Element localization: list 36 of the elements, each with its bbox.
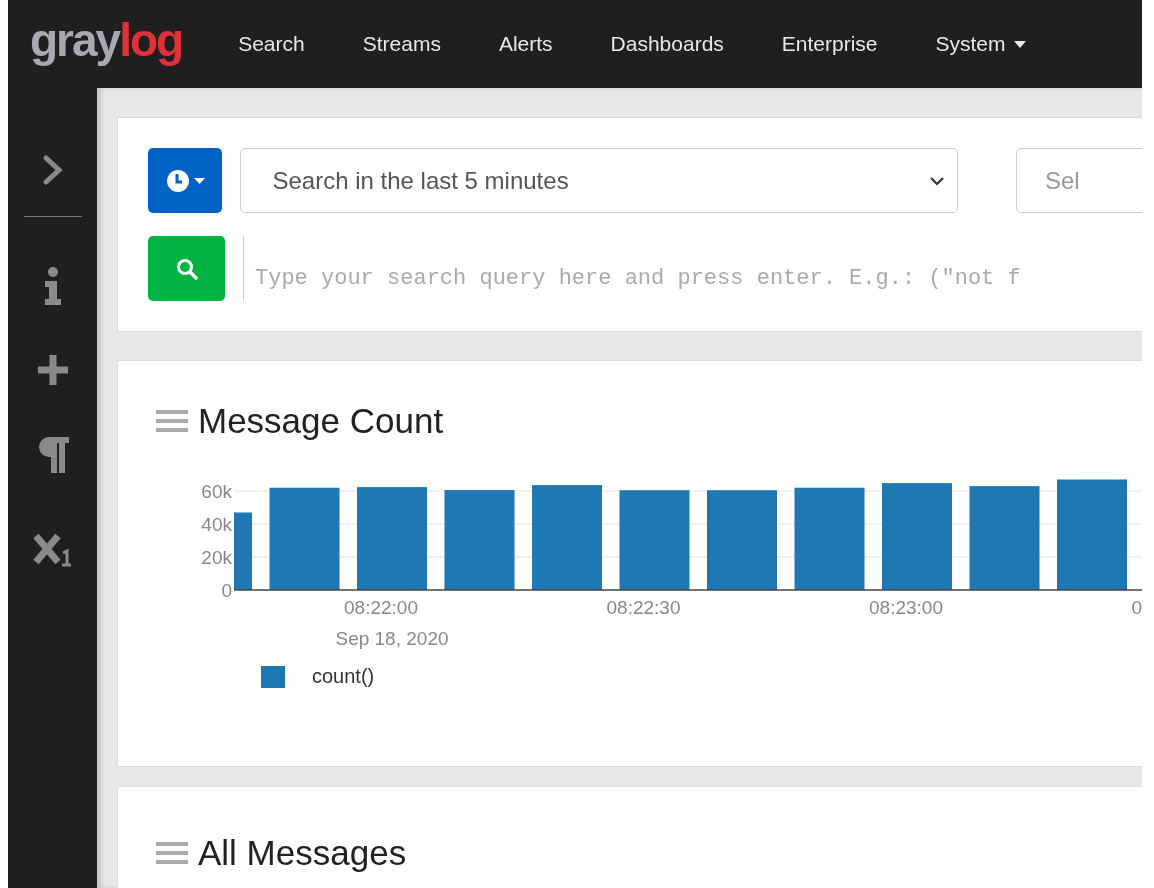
plus-icon[interactable] <box>35 353 70 387</box>
expand-icon[interactable] <box>41 154 64 186</box>
drag-handle-icon[interactable] <box>156 841 188 865</box>
axis-tick-label: 60k <box>201 481 232 503</box>
nav-link[interactable]: Dashboards <box>610 32 724 56</box>
widget-title: Message Count <box>198 401 444 441</box>
caret-icon <box>193 177 205 184</box>
axis-tick-label: 08:22:00 <box>344 597 418 618</box>
time-range-select[interactable]: Search in the last 5 minutes <box>240 148 958 213</box>
axis-tick-label: 08:23:00 <box>869 597 943 618</box>
search-button[interactable] <box>148 236 225 301</box>
search-icon <box>175 257 198 280</box>
axis-tick-label: 0 <box>221 580 232 601</box>
nav-link[interactable]: Enterprise <box>781 32 878 56</box>
axis-date-label: Sep 18, 2020 <box>335 628 449 649</box>
axis-tick-label: 20k <box>201 547 232 568</box>
time-range-button[interactable] <box>148 148 223 213</box>
caret-icon <box>1013 40 1026 48</box>
axis-tick-label: 0 <box>1131 597 1142 618</box>
drag-handle-icon[interactable] <box>156 409 188 433</box>
query-field[interactable]: Type your search query here and press enter. E.g.: ("not f <box>243 236 1142 301</box>
nav-link[interactable]: Search <box>238 32 305 56</box>
axis-tick-label: 40k <box>201 514 232 536</box>
logo[interactable]: graylog <box>30 13 183 67</box>
info-icon[interactable] <box>43 267 62 305</box>
pilcrow-icon[interactable] <box>36 437 69 473</box>
legend-label: count() <box>312 665 375 688</box>
clock-icon <box>165 168 190 193</box>
subscript-icon[interactable] <box>32 533 73 567</box>
nav-dropdown[interactable]: System <box>935 32 1026 56</box>
chevron-down-icon <box>929 175 945 186</box>
axis-tick-label: 08:22:30 <box>606 597 681 618</box>
nav-link[interactable]: Alerts <box>498 32 553 56</box>
nav-link[interactable]: Streams <box>362 32 441 56</box>
widget-title: All Messages <box>198 833 407 873</box>
streams-select[interactable]: Sel <box>1016 148 1142 213</box>
